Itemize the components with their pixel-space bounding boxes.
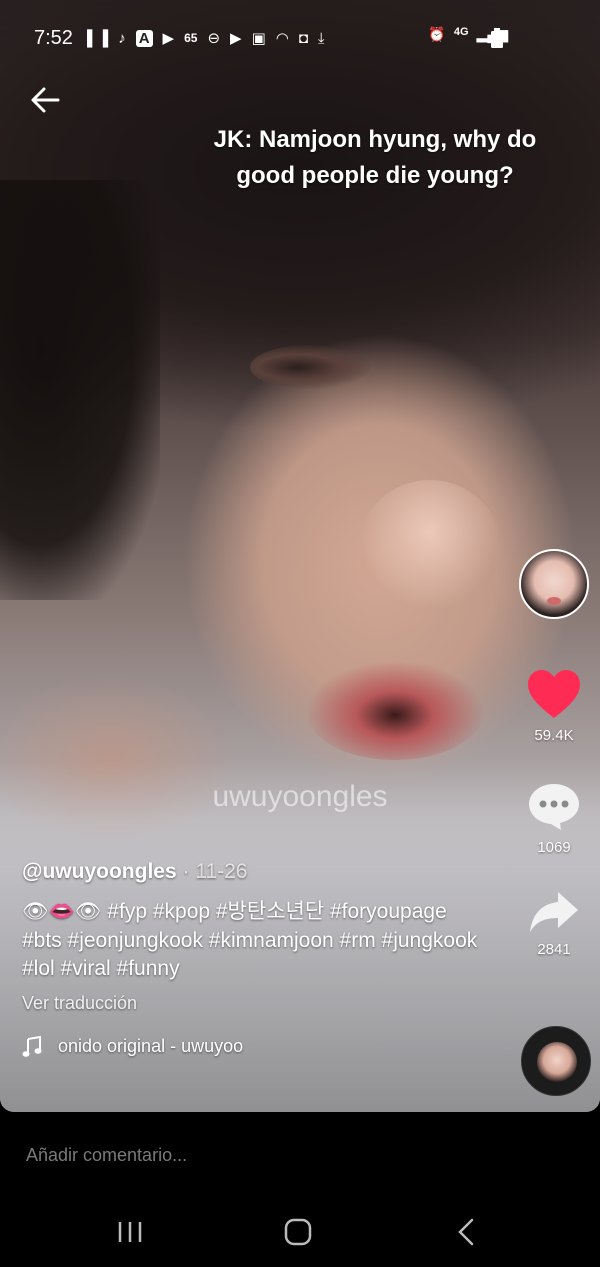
gallery-icon: ▣ [251,29,266,47]
music-note-icon [22,1035,42,1057]
recent-apps-icon[interactable] [110,1214,150,1250]
download-icon: ⤓ [317,29,325,47]
creator-avatar[interactable] [519,549,589,619]
sound-disc[interactable] [521,1026,591,1096]
post-info: @uwuyoongles · 11-26 👁👄👁 #fyp #kpop #방탄소… [22,860,492,1058]
home-icon[interactable] [278,1214,318,1250]
dnd-icon: ⊖ [207,29,221,47]
alarm-icon: ⏰ [428,26,446,42]
network-label: 4G [453,26,469,38]
post-description: 👁👄👁 #fyp #kpop #방탄소년단 #foryoupage #bts #… [22,900,478,980]
share-arrow-icon [530,892,578,932]
comment-input[interactable] [26,1142,566,1168]
youtube-icon: ▶ [230,29,242,47]
app-icon: ◘ [298,29,308,47]
post-date: · 11-26 [182,860,248,883]
a-icon: A [135,29,153,47]
video-frame-detail [360,480,500,610]
like-count: 59.4K [534,727,574,744]
system-nav-bar [0,1198,600,1267]
youtube-icon: ▶ [162,29,175,47]
video-frame-detail [305,660,485,760]
comment-count: 1069 [537,839,571,856]
status-time: 7:52 [34,26,73,49]
video-frame-detail [0,180,160,600]
comment-bubble-icon [529,784,579,830]
author-line: @uwuyoongles · 11-26 [22,860,492,884]
username-link[interactable]: @uwuyoongles [22,860,177,883]
weather-icon: 65 [184,31,198,45]
share-count: 2841 [537,941,571,958]
translate-link[interactable]: Ver traducción [22,993,492,1014]
back-arrow-icon[interactable] [28,84,64,116]
video-watermark: uwuyoongles [212,780,388,813]
comment-button[interactable]: 1069 [518,782,590,856]
wifi-icon: ◠ [275,29,289,47]
sound-disc-cover [537,1042,577,1082]
battery-icon [491,28,503,48]
tiktok-icon: ♪ [118,29,126,47]
share-button[interactable]: 2841 [518,890,590,958]
sound-title: onido original - uwuyoo [58,1036,244,1056]
video-caption: JK: Namjoon hyung, why do good people di… [213,126,537,189]
video-frame-detail [250,345,370,389]
bts-icon: ▌▐ [86,29,109,47]
like-button[interactable]: 59.4K [518,668,590,744]
sound-link[interactable]: onido original - uwuyoo [22,1035,492,1058]
comment-bar [0,1112,600,1198]
back-nav-icon[interactable] [448,1214,488,1250]
avatar-detail [547,597,561,605]
heart-icon [528,670,580,718]
